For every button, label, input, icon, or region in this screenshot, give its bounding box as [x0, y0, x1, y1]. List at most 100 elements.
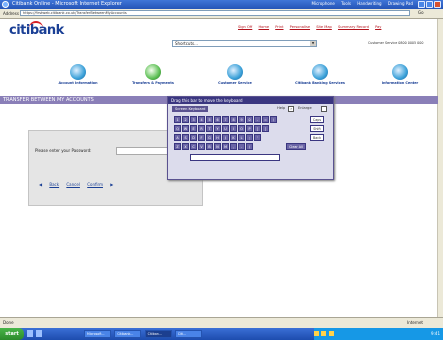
site-map-link[interactable]: Site Map	[316, 25, 332, 29]
keyboard-key[interactable]: K	[230, 134, 237, 141]
keyboard-key[interactable]: R	[198, 125, 205, 132]
keyboard-key[interactable]: 8	[230, 116, 237, 123]
pay-link[interactable]: Pay	[375, 25, 381, 29]
task-button[interactable]: Citiban...	[144, 330, 172, 338]
nav-account-information[interactable]: Account Information	[48, 50, 108, 85]
caps-key[interactable]: Caps	[310, 116, 324, 123]
space-bar[interactable]	[190, 154, 280, 161]
keyboard-key[interactable]: E	[190, 125, 197, 132]
keyboard-key[interactable]: Z	[174, 143, 181, 150]
task-button[interactable]: Citi...	[174, 330, 202, 338]
tray-icon[interactable]	[328, 331, 334, 336]
tools-link[interactable]: Tools	[341, 1, 351, 6]
address-input[interactable]: https://firstweb.citibank.co.uk/Transfer…	[20, 10, 410, 16]
keyboard-key[interactable]: 4	[198, 116, 205, 123]
confirm-link[interactable]: Confirm	[87, 182, 103, 187]
keyboard-key[interactable]: F	[198, 134, 205, 141]
keyboard-drag-bar[interactable]: Drag this bar to move the keyboard	[168, 97, 333, 104]
nav-transfers-payments[interactable]: Transfers & Payments	[123, 50, 183, 85]
quick-launch-icon[interactable]	[36, 330, 43, 337]
keyboard-key[interactable]: D	[190, 134, 197, 141]
nav-banking-services[interactable]: Citibank Banking Services	[290, 50, 350, 85]
keyboard-key[interactable]: O	[238, 125, 245, 132]
citibank-logo[interactable]: citibank	[9, 21, 64, 38]
keyboard-key[interactable]: G	[206, 134, 213, 141]
keyboard-row: Z X C V B N M,. /	[174, 143, 304, 152]
task-button[interactable]: Microsoft...	[84, 330, 111, 338]
keyboard-key[interactable]: J	[222, 134, 229, 141]
keyboard-key[interactable]: L	[238, 134, 245, 141]
keyboard-key[interactable]: W	[182, 125, 189, 132]
language-bar: Microphone Tools Handwriting Drawing Pad	[307, 1, 413, 6]
keyboard-key[interactable]: S	[182, 134, 189, 141]
keyboard-key[interactable]: 2	[182, 116, 189, 123]
keyboard-key[interactable]: 0	[246, 116, 253, 123]
main-nav: Account Information Transfers & Payments…	[0, 50, 438, 96]
keyboard-key[interactable]: '	[254, 134, 261, 141]
keyboard-key[interactable]: 5	[206, 116, 213, 123]
keyboard-key[interactable]: ;	[246, 134, 253, 141]
start-button[interactable]: start	[0, 328, 24, 340]
keyboard-key[interactable]: =	[262, 116, 269, 123]
backspace-key[interactable]: Back	[310, 134, 324, 141]
status-text: Done	[3, 320, 14, 325]
window-title-bar: Citibank Online - Microsoft Internet Exp…	[0, 0, 443, 9]
clear-all-button[interactable]: Clear All	[286, 143, 306, 150]
close-button[interactable]	[434, 1, 441, 8]
tab-screen-keyboard[interactable]: Screen Keyboard	[172, 106, 209, 112]
handwriting-link[interactable]: Handwriting	[357, 1, 381, 6]
system-tray: 9:41	[314, 328, 443, 340]
nav-customer-service[interactable]: Customer Service	[205, 50, 265, 85]
keyboard-key[interactable]: 9	[238, 116, 245, 123]
keyboard-key[interactable]: H	[214, 134, 221, 141]
keyboard-key[interactable]: Q	[174, 125, 181, 132]
maximize-button[interactable]	[426, 1, 433, 8]
print-link[interactable]: Print	[275, 25, 283, 29]
chevron-down-icon[interactable]: ▼	[310, 41, 316, 46]
keyboard-key[interactable]: Y	[214, 125, 221, 132]
keyboard-key[interactable]: .	[238, 143, 245, 150]
keyboard-key[interactable]: C	[190, 143, 197, 150]
minimize-button[interactable]	[418, 1, 425, 8]
keyboard-key[interactable]: N	[214, 143, 221, 150]
keyboard-key[interactable]: \	[270, 116, 277, 123]
drawing-pad-link[interactable]: Drawing Pad	[388, 1, 413, 6]
microphone-link[interactable]: Microphone	[312, 1, 335, 6]
keyboard-key[interactable]: -	[254, 116, 261, 123]
personalise-link[interactable]: Personalise	[290, 25, 310, 29]
keyboard-key[interactable]: P	[246, 125, 253, 132]
keyboard-key[interactable]: M	[222, 143, 229, 150]
keyboard-key[interactable]: 1	[174, 116, 181, 123]
keyboard-key[interactable]: 7	[222, 116, 229, 123]
status-bar: Done Internet	[0, 317, 443, 328]
home-link[interactable]: Home	[258, 25, 269, 29]
shortcuts-select[interactable]: Shortcuts... ▼	[172, 40, 317, 47]
keyboard-key[interactable]: 6	[214, 116, 221, 123]
tray-icon[interactable]	[321, 331, 327, 336]
keyboard-key[interactable]: X	[182, 143, 189, 150]
shift-key[interactable]: Shift	[310, 125, 324, 132]
enlarge-button[interactable]	[321, 106, 327, 112]
help-button[interactable]: ?	[288, 106, 294, 112]
keyboard-key[interactable]: ]	[262, 125, 269, 132]
keyboard-key[interactable]: 3	[190, 116, 197, 123]
summary-record-link[interactable]: Summary Record	[338, 25, 369, 29]
keyboard-key[interactable]: T	[206, 125, 213, 132]
keyboard-key[interactable]: ,	[230, 143, 237, 150]
keyboard-key[interactable]: I	[230, 125, 237, 132]
keyboard-key[interactable]: [	[254, 125, 261, 132]
keyboard-key[interactable]: U	[222, 125, 229, 132]
quick-launch-icon[interactable]	[27, 330, 33, 337]
password-input[interactable]	[116, 147, 168, 155]
back-link[interactable]: Back	[49, 182, 59, 187]
keyboard-key[interactable]: /	[246, 143, 253, 150]
keyboard-key[interactable]: A	[174, 134, 181, 141]
task-button[interactable]: Citibank...	[114, 330, 142, 338]
nav-information-center[interactable]: Information Center	[370, 50, 430, 85]
cancel-link[interactable]: Cancel	[66, 182, 80, 187]
keyboard-key[interactable]: B	[206, 143, 213, 150]
go-button[interactable]: Go	[418, 10, 424, 15]
sign-off-link[interactable]: Sign Off	[238, 25, 252, 29]
keyboard-key[interactable]: V	[198, 143, 205, 150]
tray-icon[interactable]	[314, 331, 319, 336]
